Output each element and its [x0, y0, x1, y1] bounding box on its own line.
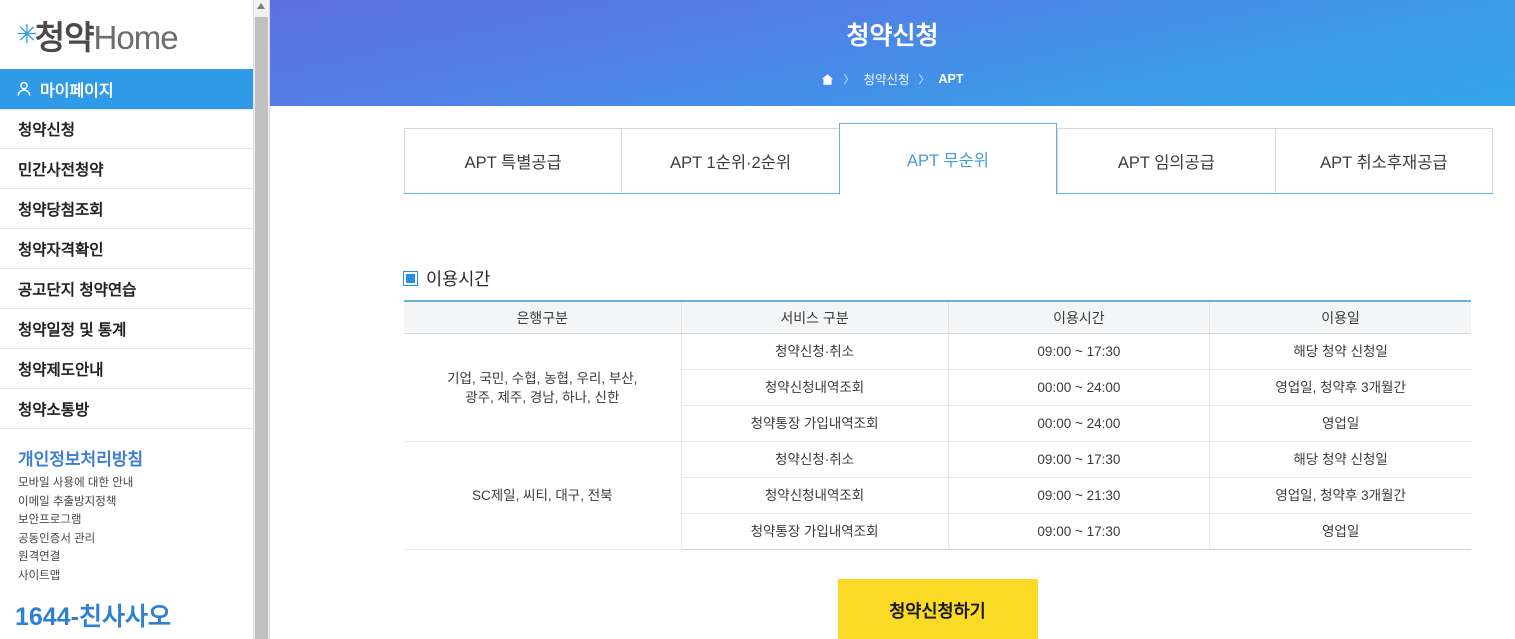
logo-text-en: Home [93, 18, 179, 56]
breadcrumb-separator: 〉 [918, 73, 930, 86]
column-header-day: 이용일 [1209, 301, 1471, 334]
breadcrumb-item-apt: APT [938, 71, 964, 86]
sidebar-item-label: 청약제도안내 [18, 361, 104, 379]
sidebar-item-iljeong-tonggye[interactable]: 청약일정 및 통계 [0, 309, 269, 349]
sidebar-item-sotongbang[interactable]: 청약소통방 [0, 389, 269, 429]
table-head: 은행구분 서비스 구분 이용시간 이용일 [404, 301, 1471, 334]
usage-hours-table: 은행구분 서비스 구분 이용시간 이용일 기업, 국민, 수협, 농협, 우리,… [404, 300, 1471, 550]
sidebar-sublink-list: 모바일 사용에 대한 안내 이메일 추출방지정책 보안프로그램 공동인증서 관리… [0, 474, 269, 585]
day-cell: 해당 청약 신청일 [1209, 441, 1471, 478]
scroll-up-arrow-icon[interactable] [257, 3, 265, 9]
square-bullet-icon [404, 272, 417, 285]
sidebar-item-label: 청약자격확인 [18, 241, 104, 259]
service-cell: 청약신청·취소 [681, 333, 949, 370]
scrollbar-thumb[interactable] [255, 17, 268, 639]
time-cell: 09:00 ~ 17:30 [948, 441, 1211, 478]
support-phone-number: 1644-친사사오 [15, 603, 171, 631]
sidebar-item-jagyeok-hwagin[interactable]: 청약자격확인 [0, 229, 269, 269]
time-cell: 09:00 ~ 17:30 [948, 333, 1211, 370]
day-cell: 영업일, 청약후 3개월간 [1209, 369, 1471, 406]
privacy-policy-link[interactable]: 개인정보처리방침 [0, 429, 269, 474]
tab-apt-musunwi[interactable]: APT 무순위 [838, 123, 1058, 195]
service-cell: 청약신청·취소 [681, 441, 949, 478]
sublink-certificate-manage[interactable]: 공동인증서 관리 [18, 530, 269, 549]
day-cell: 영업일 [1209, 405, 1471, 442]
sidebar-item-mypage[interactable]: 마이페이지 [0, 69, 269, 109]
tab-apt-discretionary-supply[interactable]: APT 임의공급 [1057, 128, 1275, 194]
time-cell: 00:00 ~ 24:00 [948, 369, 1211, 406]
tab-apt-rank1-rank2[interactable]: APT 1순위·2순위 [621, 128, 839, 194]
sidebar-item-mingan-sajeon[interactable]: 민간사전청약 [0, 149, 269, 189]
person-icon [16, 81, 32, 97]
home-icon[interactable] [821, 73, 834, 86]
tab-apt-resupply-after-cancel[interactable]: APT 취소후재공급 [1274, 128, 1494, 194]
tab-label: APT 임의공급 [1117, 154, 1215, 172]
section-title: 이용시간 [426, 269, 491, 289]
tab-label: APT 특별공급 [464, 154, 562, 172]
time-cell: 00:00 ~ 24:00 [948, 405, 1211, 442]
usage-hours-section: 이용시간 은행구분 서비스 구분 이용시간 이용일 기업, 국민, 수협, 농협… [404, 266, 1471, 639]
site-logo[interactable]: ✳ 청약 Home [0, 0, 269, 69]
sidebar-item-dangcheom-johoe[interactable]: 청약당첨조회 [0, 189, 269, 229]
tab-apt-special-supply[interactable]: APT 특별공급 [404, 128, 622, 194]
content-area: APT 특별공급 APT 1순위·2순위 APT 무순위 APT 임의공급 AP… [270, 123, 1515, 639]
section-header: 이용시간 [404, 266, 1471, 291]
service-cell: 청약신청내역조회 [681, 369, 949, 406]
star-icon: ✳ [16, 18, 38, 49]
column-header-service: 서비스 구분 [681, 301, 949, 334]
action-row: 청약신청하기 [404, 579, 1471, 639]
sublink-mobile-guide[interactable]: 모바일 사용에 대한 안내 [18, 474, 269, 493]
sidebar-item-label: 마이페이지 [40, 83, 114, 100]
sidebar-item-label: 청약당첨조회 [18, 201, 104, 219]
sidebar-item-gonggodanji-yeonseup[interactable]: 공고단지 청약연습 [0, 269, 269, 309]
time-cell: 09:00 ~ 21:30 [948, 477, 1211, 514]
breadcrumb-separator: 〉 [843, 73, 855, 86]
service-cell: 청약통장 가입내역조회 [681, 513, 949, 550]
table-body: 기업, 국민, 수협, 농협, 우리, 부산, 광주, 제주, 경남, 하나, 신… [404, 333, 1471, 550]
day-cell: 해당 청약 신청일 [1209, 333, 1471, 370]
sidebar-item-label: 민간사전청약 [18, 161, 104, 179]
column-header-bank: 은행구분 [404, 301, 682, 334]
tab-label: APT 1순위·2순위 [670, 154, 792, 172]
tab-label: APT 무순위 [907, 152, 989, 170]
sublink-security-program[interactable]: 보안프로그램 [18, 511, 269, 530]
tab-bar: APT 특별공급 APT 1순위·2순위 APT 무순위 APT 임의공급 AP… [404, 123, 1494, 195]
sidebar-item-label: 청약일정 및 통계 [18, 321, 127, 339]
sidebar-scrollbar[interactable] [253, 0, 269, 639]
sidebar: ✳ 청약 Home 마이페이지 청약신청 민간사전청약 청약당첨조회 청약자격확… [0, 0, 270, 639]
page-header-banner: 청약신청 〉 청약신청 〉 APT [270, 0, 1515, 106]
sidebar-item-label: 청약소통방 [18, 401, 90, 419]
tab-label: APT 취소후재공급 [1320, 154, 1448, 172]
table-row: SC제일, 씨티, 대구, 전북 청약신청·취소 09:00 ~ 17:30 해… [404, 441, 1471, 550]
breadcrumb-item-cheongyak[interactable]: 청약신청 [863, 69, 909, 88]
sidebar-item-jedo-annae[interactable]: 청약제도안내 [0, 349, 269, 389]
bank-group-cell: SC제일, 씨티, 대구, 전북 [404, 441, 682, 550]
sidebar-item-label: 공고단지 청약연습 [18, 281, 137, 299]
sublink-sitemap[interactable]: 사이트맵 [18, 567, 269, 586]
breadcrumb: 〉 청약신청 〉 APT [270, 69, 1515, 88]
sidebar-nav-list: 청약신청 민간사전청약 청약당첨조회 청약자격확인 공고단지 청약연습 청약일정… [0, 109, 269, 429]
table-header-row: 은행구분 서비스 구분 이용시간 이용일 [404, 301, 1471, 334]
sublink-email-policy[interactable]: 이메일 추출방지정책 [18, 493, 269, 512]
main-content: 청약신청 〉 청약신청 〉 APT APT 특별공급 APT 1순위·2순위 A… [270, 0, 1515, 639]
service-cell: 청약신청내역조회 [681, 477, 949, 514]
sublink-remote-connect[interactable]: 원격연결 [18, 548, 269, 567]
service-cell: 청약통장 가입내역조회 [681, 405, 949, 442]
time-cell: 09:00 ~ 17:30 [948, 513, 1211, 550]
page-root: ✳ 청약 Home 마이페이지 청약신청 민간사전청약 청약당첨조회 청약자격확… [0, 0, 1515, 639]
column-header-time: 이용시간 [948, 301, 1211, 334]
page-title: 청약신청 [846, 22, 939, 50]
apply-button[interactable]: 청약신청하기 [837, 579, 1038, 639]
sidebar-item-cheongyak-sincheong[interactable]: 청약신청 [0, 109, 269, 149]
logo-text-kr: 청약 [34, 18, 95, 56]
day-cell: 영업일, 청약후 3개월간 [1209, 477, 1471, 514]
day-cell: 영업일 [1209, 513, 1471, 550]
table-row: 기업, 국민, 수협, 농협, 우리, 부산, 광주, 제주, 경남, 하나, 신… [404, 333, 1471, 442]
bank-group-cell: 기업, 국민, 수협, 농협, 우리, 부산, 광주, 제주, 경남, 하나, 신… [404, 333, 682, 442]
sidebar-item-label: 청약신청 [18, 122, 76, 139]
